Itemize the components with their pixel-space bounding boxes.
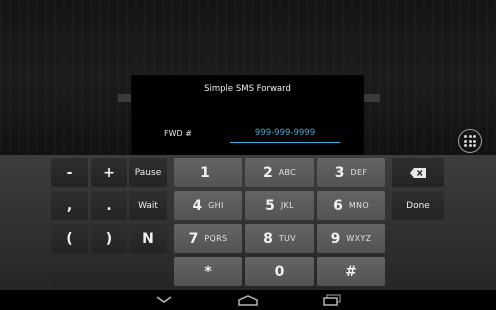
key-2[interactable]: 2 ABC — [245, 158, 314, 187]
key-wait-label: Wait — [138, 200, 158, 211]
apps-grid-icon — [464, 135, 476, 147]
key-dash[interactable]: - — [51, 158, 88, 187]
key-plus[interactable]: + — [91, 158, 127, 187]
key-0-digit: 0 — [274, 263, 285, 280]
key-2-digit: 2 — [262, 164, 273, 181]
key-7-digit: 7 — [188, 230, 199, 247]
key-close-paren-label: ) — [105, 230, 113, 247]
key-4[interactable]: 4 GHI — [174, 191, 242, 220]
recent-apps-button[interactable] — [318, 292, 346, 308]
key-open-paren-label: ( — [66, 230, 73, 247]
fwd-number-label: FWD # — [164, 129, 192, 138]
recent-apps-icon — [323, 294, 341, 306]
key-3-digit: 3 — [334, 164, 345, 181]
key-period[interactable]: . — [91, 191, 127, 220]
hide-keyboard-icon — [156, 296, 172, 303]
hide-keyboard-button[interactable] — [150, 292, 178, 308]
home-button[interactable] — [234, 292, 262, 308]
all-apps-button[interactable] — [458, 129, 482, 153]
key-5-letters: JKL — [280, 201, 294, 210]
key-done[interactable]: Done — [392, 191, 444, 220]
key-dash-label: - — [66, 164, 73, 181]
key-pause-label: Pause — [134, 167, 162, 178]
key-2-letters: ABC — [278, 168, 297, 177]
key-4-digit: 4 — [192, 197, 203, 214]
key-open-paren[interactable]: ( — [51, 224, 88, 253]
key-3-letters: DEF — [350, 168, 368, 177]
key-6[interactable]: 6 MNO — [317, 191, 385, 220]
key-done-label: Done — [406, 200, 430, 211]
key-wait[interactable]: Wait — [129, 191, 167, 220]
key-9[interactable]: 9 WXYZ — [317, 224, 385, 253]
key-star-digit: * — [204, 263, 212, 280]
sms-forward-dialog: Simple SMS Forward FWD # — [132, 76, 363, 155]
key-spacebar[interactable] — [51, 257, 167, 286]
backspace-icon — [410, 167, 426, 178]
key-4-letters: GHI — [208, 201, 224, 210]
key-n[interactable]: N — [129, 224, 167, 253]
key-7-letters: PQRS — [204, 234, 228, 243]
key-6-digit: 6 — [333, 197, 343, 214]
key-3[interactable]: 3 DEF — [317, 158, 385, 187]
key-hash-digit: # — [345, 263, 357, 280]
phone-keyboard: - + Pause , . Wait ( ) N 1 2 ABC 3 DEF 4 GH… — [0, 155, 496, 290]
key-7[interactable]: 7 PQRS — [174, 224, 242, 253]
key-0[interactable]: 0 — [245, 257, 314, 286]
key-1[interactable]: 1 — [174, 158, 242, 187]
key-9-digit: 9 — [330, 230, 341, 247]
key-5-digit: 5 — [265, 197, 275, 214]
key-6-letters: MNO — [348, 201, 369, 210]
key-hash[interactable]: # — [317, 257, 385, 286]
key-comma-label: , — [66, 197, 73, 214]
system-navigation-bar — [0, 290, 496, 310]
key-n-label: N — [142, 230, 154, 247]
key-8-letters: TUV — [278, 234, 296, 243]
key-9-letters: WXYZ — [346, 234, 372, 243]
key-pause[interactable]: Pause — [129, 158, 167, 187]
fwd-number-input[interactable] — [230, 124, 340, 143]
key-period-label: . — [106, 197, 112, 214]
home-icon — [238, 294, 258, 306]
key-1-digit: 1 — [200, 164, 210, 181]
key-star[interactable]: * — [174, 257, 242, 286]
key-5[interactable]: 5 JKL — [245, 191, 314, 220]
key-plus-label: + — [103, 164, 115, 181]
key-8[interactable]: 8 TUV — [245, 224, 314, 253]
key-backspace[interactable] — [392, 158, 444, 187]
key-8-digit: 8 — [263, 230, 273, 247]
key-close-paren[interactable]: ) — [91, 224, 127, 253]
key-comma[interactable]: , — [51, 191, 88, 220]
dialog-title: Simple SMS Forward — [204, 84, 291, 94]
